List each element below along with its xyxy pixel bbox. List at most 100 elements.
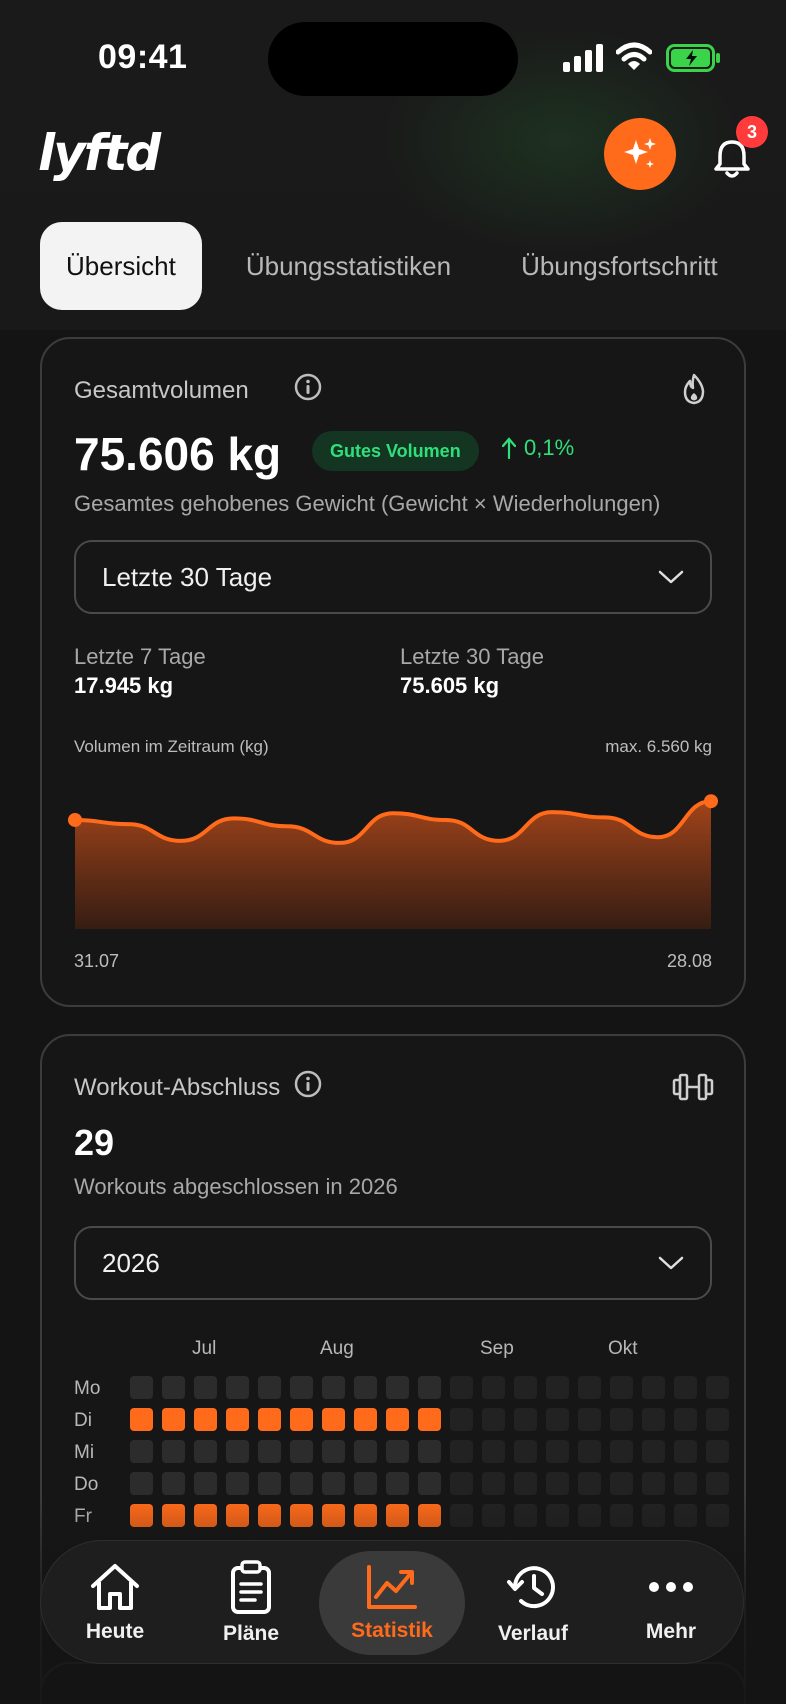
heatmap-cell bbox=[642, 1376, 665, 1399]
heatmap-cell bbox=[610, 1376, 633, 1399]
trend-indicator: 0,1% bbox=[502, 435, 574, 461]
heatmap-cell bbox=[194, 1440, 217, 1463]
heatmap-cell bbox=[162, 1408, 185, 1431]
heatmap-cell bbox=[514, 1408, 537, 1431]
heatmap-cell bbox=[450, 1440, 473, 1463]
tab-exercise-stats[interactable]: Übungsstatistiken bbox=[220, 222, 477, 310]
sparkles-icon bbox=[624, 138, 656, 168]
heatmap-cell bbox=[418, 1376, 441, 1399]
chart-start-point bbox=[68, 812, 82, 827]
heatmap-cell bbox=[226, 1440, 249, 1463]
heatmap-cell bbox=[706, 1472, 729, 1495]
heatmap-cell bbox=[130, 1440, 153, 1463]
day-label: Mi bbox=[74, 1442, 95, 1463]
bottom-navigation: Heute Pläne Statistik Verlauf Mehr bbox=[40, 1540, 744, 1664]
heatmap-cell bbox=[290, 1376, 313, 1399]
heatmap-cell bbox=[354, 1440, 377, 1463]
heatmap-cell bbox=[610, 1408, 633, 1431]
chart-icon bbox=[367, 1565, 417, 1609]
dumbbell-icon bbox=[672, 1073, 714, 1101]
info-icon[interactable] bbox=[294, 373, 322, 401]
heatmap-cell bbox=[386, 1408, 409, 1431]
heatmap-cell bbox=[610, 1440, 633, 1463]
heatmap-cell bbox=[354, 1376, 377, 1399]
heatmap-cell bbox=[226, 1408, 249, 1431]
heatmap-cell bbox=[674, 1472, 697, 1495]
nav-plans[interactable]: Pläne bbox=[183, 1541, 319, 1665]
chart-max-annotation: max. 6.560 kg bbox=[605, 737, 712, 756]
more-icon bbox=[649, 1582, 693, 1592]
heatmap-cell bbox=[386, 1440, 409, 1463]
heatmap-cell bbox=[578, 1440, 601, 1463]
heatmap-cell bbox=[706, 1376, 729, 1399]
heatmap-cell bbox=[322, 1376, 345, 1399]
day-label: Do bbox=[74, 1474, 99, 1495]
nav-history[interactable]: Verlauf bbox=[465, 1541, 601, 1665]
heatmap-cell bbox=[706, 1408, 729, 1431]
card-title: Gesamtvolumen bbox=[74, 377, 249, 404]
chevron-down-icon bbox=[658, 1256, 684, 1270]
year-select[interactable]: 2026 bbox=[74, 1226, 712, 1300]
heatmap-cell bbox=[482, 1440, 505, 1463]
x-axis-start-label: 31.07 bbox=[74, 951, 120, 971]
nav-more[interactable]: Mehr bbox=[603, 1541, 739, 1665]
nav-label: Verlauf bbox=[497, 1622, 569, 1645]
heatmap-cell bbox=[162, 1376, 185, 1399]
ai-assistant-button[interactable] bbox=[604, 118, 676, 190]
heatmap-cell bbox=[578, 1472, 601, 1495]
chart-end-point bbox=[704, 794, 718, 809]
heatmap-cell bbox=[450, 1472, 473, 1495]
heatmap-cell bbox=[514, 1376, 537, 1399]
history-icon bbox=[507, 1566, 555, 1609]
heatmap-cell bbox=[642, 1472, 665, 1495]
x-axis-end-label: 28.08 bbox=[666, 951, 712, 971]
period-select[interactable]: Letzte 30 Tage bbox=[74, 540, 712, 614]
heatmap-cell bbox=[546, 1472, 569, 1495]
svg-text:lyftd: lyftd bbox=[38, 124, 162, 182]
card-title: Workout-Abschluss bbox=[74, 1074, 281, 1101]
nav-today[interactable]: Heute bbox=[47, 1541, 183, 1665]
nav-statistics[interactable]: Statistik bbox=[319, 1551, 465, 1655]
wifi-icon bbox=[616, 42, 652, 70]
tab-bar: Übersicht Übungsstatistiken Übungsfortsc… bbox=[40, 222, 744, 310]
total-volume-value: 75.606 kg bbox=[74, 428, 282, 480]
heatmap-cell bbox=[482, 1472, 505, 1495]
heatmap-cell bbox=[578, 1376, 601, 1399]
flame-icon bbox=[683, 373, 705, 405]
total-volume-card: Gesamtvolumen 75.606 kg Gutes Volumen 0,… bbox=[40, 337, 746, 1007]
heatmap-cell bbox=[226, 1376, 249, 1399]
heatmap-cell bbox=[514, 1440, 537, 1463]
tab-overview[interactable]: Übersicht bbox=[40, 222, 202, 310]
signal-icon bbox=[563, 44, 603, 72]
status-time: 09:41 bbox=[98, 38, 188, 76]
heatmap-cell bbox=[354, 1472, 377, 1495]
month-label: Sep bbox=[480, 1338, 514, 1359]
workout-count: 29 bbox=[74, 1122, 115, 1163]
heatmap-cell bbox=[322, 1408, 345, 1431]
heatmap-cell bbox=[610, 1472, 633, 1495]
heatmap-cell bbox=[578, 1408, 601, 1431]
heatmap-cell bbox=[226, 1472, 249, 1495]
heatmap-cell bbox=[258, 1440, 281, 1463]
heatmap-cell bbox=[546, 1376, 569, 1399]
heatmap-cell bbox=[642, 1440, 665, 1463]
heatmap-cell bbox=[674, 1376, 697, 1399]
month-label: Okt bbox=[608, 1338, 638, 1359]
day-label: Mo bbox=[74, 1378, 101, 1399]
volume-description: Gesamtes gehobenes Gewicht (Gewicht × Wi… bbox=[74, 491, 661, 516]
heatmap-cell bbox=[450, 1376, 473, 1399]
stat-label-7d: Letzte 7 Tage bbox=[74, 644, 206, 669]
workout-description: Workouts abgeschlossen in 2026 bbox=[74, 1174, 398, 1199]
home-icon bbox=[91, 1564, 139, 1610]
tab-exercise-progress[interactable]: Übungsfortschritt bbox=[495, 222, 744, 310]
heatmap-cell bbox=[482, 1408, 505, 1431]
heatmap-cell bbox=[290, 1472, 313, 1495]
notification-badge: 3 bbox=[736, 116, 768, 148]
volume-area-chart bbox=[68, 794, 718, 929]
info-icon[interactable] bbox=[294, 1070, 322, 1098]
heatmap-cell bbox=[482, 1376, 505, 1399]
heatmap-cell bbox=[450, 1408, 473, 1431]
heatmap-cell bbox=[418, 1440, 441, 1463]
heatmap-cell bbox=[258, 1472, 281, 1495]
nav-label: Pläne bbox=[222, 1622, 280, 1645]
